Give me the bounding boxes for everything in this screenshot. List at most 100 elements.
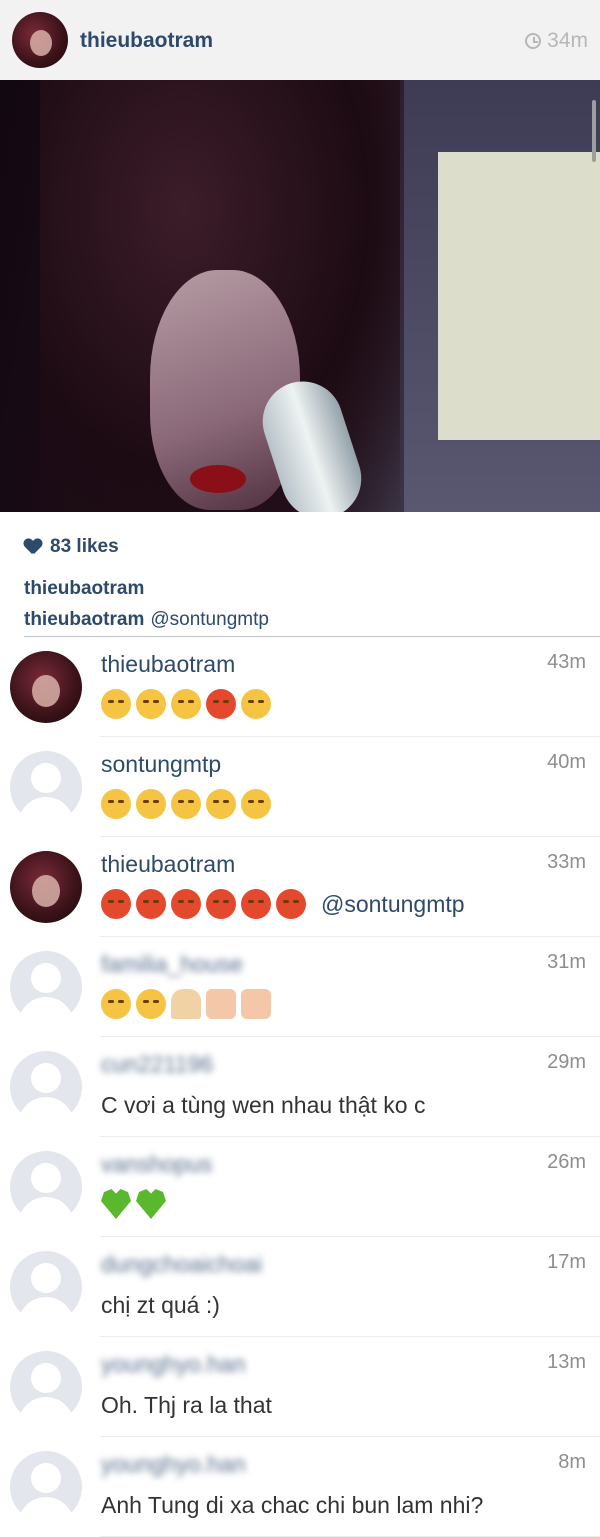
sad-emoji-icon [101, 789, 131, 819]
kiss-emoji-icon [136, 989, 166, 1019]
commenter-username[interactable]: younghyo.han [101, 1451, 246, 1478]
comment-row: thieubaotram 43m [0, 637, 600, 737]
caption-mention[interactable]: @sontungmtp [150, 609, 269, 630]
avatar-head-shape [31, 1063, 61, 1093]
caption-line-username[interactable]: thieubaotram [24, 609, 144, 630]
scrollbar-thumb[interactable] [592, 100, 596, 162]
avatar-body-shape [18, 797, 74, 823]
avatar-body-shape [18, 1297, 74, 1323]
post-time-label: 34m [547, 29, 588, 52]
comment-time: 40m [547, 751, 586, 773]
avatar-body-shape [18, 1197, 74, 1223]
green-emoji-icon [136, 1189, 166, 1219]
photo-paper [438, 152, 600, 440]
avatar-body-shape [18, 1097, 74, 1123]
angry-emoji-icon [206, 889, 236, 919]
angry-emoji-icon [206, 689, 236, 719]
green-emoji-icon [101, 1189, 131, 1219]
commenter-username[interactable]: vanshopus [101, 1151, 212, 1178]
comment-row: vanshopus 26m [0, 1137, 600, 1237]
comment-time: 29m [547, 1051, 586, 1073]
photo-lips [190, 465, 246, 493]
commenter-avatar[interactable] [10, 1251, 82, 1323]
unam-emoji-icon [241, 789, 271, 819]
comment-row: younghyo.han 8m Anh Tung di xa chac chi bu… [0, 1437, 600, 1537]
avatar-head-shape [31, 763, 61, 793]
comment-time: 26m [547, 1151, 586, 1173]
commenter-avatar[interactable] [10, 1351, 82, 1423]
comment-time: 8m [558, 1451, 586, 1473]
avatar-head-shape [31, 1163, 61, 1193]
comment-text: C vơi a tùng wen nhau thật ko c [101, 1092, 426, 1118]
post-timestamp: 34m [525, 29, 588, 53]
commenter-username[interactable]: younghyo.han [101, 1351, 246, 1378]
comment-row: sontungmtp 40m [0, 737, 600, 837]
commenter-avatar[interactable] [10, 1051, 82, 1123]
comment-emojis: @sontungmtp [101, 889, 465, 919]
pray-emoji-icon [171, 989, 201, 1019]
sad-emoji-icon [136, 789, 166, 819]
likes-count[interactable]: 83 likes [24, 536, 119, 558]
comment-emojis [101, 689, 271, 719]
tongue-emoji-icon [101, 989, 131, 1019]
angry-emoji-icon [241, 889, 271, 919]
caption-username[interactable]: thieubaotram [24, 578, 144, 600]
couple-emoji-icon [206, 989, 236, 1019]
angry-emoji-icon [171, 889, 201, 919]
comment-text: Oh. Thj ra la that [101, 1392, 272, 1418]
avatar-head-shape [31, 1463, 61, 1493]
comment-row: cun221196 29m C vơi a tùng wen nhau thật k… [0, 1037, 600, 1137]
commenter-avatar[interactable] [10, 751, 82, 823]
angry-emoji-icon [136, 889, 166, 919]
commenter-username[interactable]: thieubaotram [101, 851, 235, 878]
likes-label: 83 likes [50, 536, 119, 557]
avatar-head-shape [31, 1363, 61, 1393]
commenter-avatar[interactable] [10, 851, 82, 923]
comment-time: 17m [547, 1251, 586, 1273]
comment-row: familia_house 31m [0, 937, 600, 1037]
comment-emojis [101, 1189, 166, 1219]
conf-emoji-icon [241, 689, 271, 719]
post-header: thieubaotram 34m [0, 0, 600, 80]
commenter-avatar[interactable] [10, 951, 82, 1023]
avatar-body-shape [18, 1397, 74, 1423]
unam-emoji-icon [206, 789, 236, 819]
avatar-body-shape [18, 997, 74, 1023]
clock-icon [525, 33, 542, 49]
poster-username[interactable]: thieubaotram [80, 29, 213, 53]
comment-time: 33m [547, 851, 586, 873]
commenter-username[interactable]: thieubaotram [101, 651, 235, 678]
sad-emoji-icon [136, 689, 166, 719]
angry-emoji-icon [276, 889, 306, 919]
comment-emojis [101, 989, 271, 1019]
commenter-avatar[interactable] [10, 1451, 82, 1523]
comment-row: younghyo.han 13m Oh. Thj ra la that [0, 1337, 600, 1437]
comment-time: 13m [547, 1351, 586, 1373]
comment-time: 31m [547, 951, 586, 973]
avatar-head-shape [31, 963, 61, 993]
comment-time: 43m [547, 651, 586, 673]
commenter-username[interactable]: cun221196 [101, 1051, 213, 1078]
comment-mention[interactable]: @sontungmtp [321, 891, 465, 918]
commenter-avatar[interactable] [10, 651, 82, 723]
comment-text: Anh Tung di xa chac chi bun lam nhi? [101, 1492, 484, 1518]
commenter-username[interactable]: familia_house [101, 951, 243, 978]
comment-row: dungchoaichoai 17m chị zt quá :) [0, 1237, 600, 1337]
avatar-head-shape [31, 1263, 61, 1293]
comment-text: chị zt quá :) [101, 1292, 220, 1318]
post-photo[interactable] [0, 80, 600, 512]
sad-emoji-icon [101, 689, 131, 719]
heart-icon [24, 539, 42, 555]
caption-line: thieubaotram @sontungmtp [24, 609, 269, 631]
unam-emoji-icon [171, 689, 201, 719]
commenter-avatar[interactable] [10, 1151, 82, 1223]
angry-emoji-icon [101, 889, 131, 919]
couple-emoji-icon [241, 989, 271, 1019]
sad-emoji-icon [171, 789, 201, 819]
poster-avatar[interactable] [12, 12, 68, 68]
commenter-username[interactable]: sontungmtp [101, 751, 221, 778]
comment-emojis [101, 789, 271, 819]
comment-row: thieubaotram 33m @sontungmtp [0, 837, 600, 937]
avatar-body-shape [18, 1497, 74, 1523]
commenter-username[interactable]: dungchoaichoai [101, 1251, 262, 1278]
